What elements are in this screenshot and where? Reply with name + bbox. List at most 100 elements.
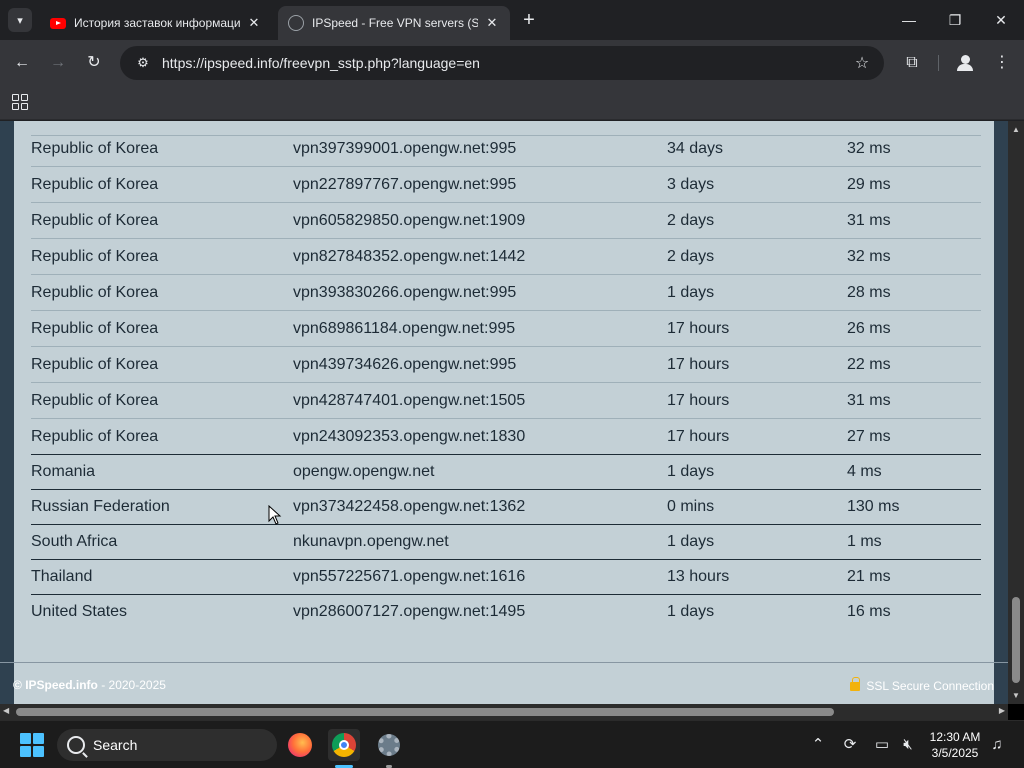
ssl-badge: SSL Secure Connection bbox=[850, 676, 994, 693]
extensions-icon[interactable]: ⧉ bbox=[900, 51, 924, 75]
bookmark-star-icon[interactable]: ☆ bbox=[848, 53, 876, 73]
uptime-cell: 13 hours bbox=[667, 568, 730, 585]
apps-grid-icon[interactable] bbox=[12, 94, 28, 110]
uptime-cell: 1 days bbox=[667, 533, 715, 550]
vpn-server-table: Republic of Korea vpn397399001.opengw.net… bbox=[14, 121, 994, 704]
reload-button[interactable]: ↻ bbox=[82, 51, 106, 75]
uptime-cell: 3 days bbox=[667, 176, 715, 193]
country-cell: Romania bbox=[31, 463, 96, 480]
table-row: United States vpn286007127.opengw.net:149… bbox=[31, 594, 981, 630]
notification-bell-icon[interactable]: ♫︎ bbox=[987, 735, 1007, 755]
browser-menu-icon[interactable]: ⋮ bbox=[990, 51, 1014, 75]
uptime-cell: 17 hours bbox=[667, 392, 730, 409]
tab-title: IPSpeed - Free VPN servers (SS bbox=[312, 16, 478, 30]
tab-close-icon[interactable]: ✕ bbox=[246, 15, 262, 31]
address-bar[interactable]: ⚙ https://ipspeed.info/freevpn_sstp.php?… bbox=[120, 46, 884, 80]
uptime-cell: 2 days bbox=[667, 212, 715, 229]
host-cell: vpn393830266.opengw.net:995 bbox=[293, 284, 517, 301]
horizontal-scrollbar[interactable]: ◀ ▶ bbox=[0, 704, 1008, 720]
chrome-taskbar-button[interactable] bbox=[328, 729, 360, 761]
profile-avatar[interactable] bbox=[953, 51, 977, 75]
maximize-button[interactable]: ❐ bbox=[940, 6, 970, 34]
host-cell: vpn557225671.opengw.net:1616 bbox=[293, 568, 526, 585]
host-cell: vpn227897767.opengw.net:995 bbox=[293, 176, 517, 193]
start-button[interactable] bbox=[20, 733, 44, 757]
host-cell: vpn286007127.opengw.net:1495 bbox=[293, 603, 526, 620]
table-row: Romania opengw.opengw.net 1 days 4 ms bbox=[31, 454, 981, 490]
tab-title: История заставок информаци bbox=[74, 16, 240, 30]
country-cell: South Africa bbox=[31, 533, 118, 550]
country-cell: Republic of Korea bbox=[31, 248, 159, 265]
scroll-right-arrow-icon[interactable]: ▶ bbox=[999, 706, 1005, 715]
page-viewport: Republic of Korea vpn397399001.opengw.net… bbox=[0, 121, 1008, 704]
settings-taskbar-button[interactable] bbox=[373, 729, 405, 761]
table-row: Republic of Korea vpn397399001.opengw.net… bbox=[31, 131, 981, 167]
country-cell: Republic of Korea bbox=[31, 428, 159, 445]
host-cell: vpn827848352.opengw.net:1442 bbox=[293, 248, 526, 265]
table-row: Republic of Korea vpn428747401.opengw.net… bbox=[31, 383, 981, 419]
taskbar-search[interactable]: Search bbox=[57, 729, 277, 761]
scroll-left-arrow-icon[interactable]: ◀ bbox=[3, 706, 9, 715]
network-icon[interactable]: ▭ bbox=[872, 735, 892, 755]
tab-history-screensavers[interactable]: История заставок информаци ✕ bbox=[40, 6, 272, 40]
scroll-up-arrow-icon[interactable]: ▲ bbox=[1012, 125, 1020, 134]
close-window-button[interactable]: ✕ bbox=[986, 6, 1016, 34]
ping-cell: 26 ms bbox=[847, 320, 891, 337]
host-cell: nkunavpn.opengw.net bbox=[293, 533, 449, 550]
uptime-cell: 2 days bbox=[667, 248, 715, 265]
globe-icon bbox=[288, 15, 304, 31]
footer-years: - 2020-2025 bbox=[97, 678, 166, 692]
gear-icon bbox=[378, 734, 400, 756]
host-cell: opengw.opengw.net bbox=[293, 463, 435, 480]
minimize-button[interactable]: — bbox=[894, 6, 924, 34]
tab-ipspeed[interactable]: IPSpeed - Free VPN servers (SS ✕ bbox=[278, 6, 510, 40]
footer-divider bbox=[0, 662, 1008, 663]
uptime-cell: 1 days bbox=[667, 603, 715, 620]
ping-cell: 4 ms bbox=[847, 463, 882, 480]
table-row: Russian Federation vpn373422458.opengw.ne… bbox=[31, 489, 981, 525]
back-button[interactable]: ← bbox=[10, 51, 34, 75]
vertical-scrollbar[interactable]: ▲ ▼ bbox=[1008, 121, 1024, 704]
ping-cell: 130 ms bbox=[847, 498, 900, 515]
chevron-up-icon[interactable]: ⌃ bbox=[808, 735, 828, 755]
uptime-cell: 0 mins bbox=[667, 498, 715, 515]
lock-icon bbox=[850, 676, 861, 691]
sync-icon[interactable]: ⟳ bbox=[840, 735, 860, 755]
scroll-down-arrow-icon[interactable]: ▼ bbox=[1012, 691, 1020, 700]
country-cell: Republic of Korea bbox=[31, 392, 159, 409]
table-row: Republic of Korea vpn393830266.opengw.net… bbox=[31, 275, 981, 311]
uptime-cell: 34 days bbox=[667, 140, 724, 157]
host-cell: vpn397399001.opengw.net:995 bbox=[293, 140, 517, 157]
tab-search-button[interactable]: ▾ bbox=[8, 8, 32, 32]
uptime-cell: 17 hours bbox=[667, 428, 730, 445]
country-cell: Republic of Korea bbox=[31, 320, 159, 337]
ping-cell: 31 ms bbox=[847, 392, 891, 409]
vertical-scroll-thumb[interactable] bbox=[1012, 597, 1020, 683]
ping-cell: 21 ms bbox=[847, 568, 891, 585]
ping-cell: 29 ms bbox=[847, 176, 891, 193]
bookmarks-bar bbox=[0, 86, 1024, 120]
clock-time: 12:30 AM bbox=[929, 730, 981, 744]
url-text[interactable]: https://ipspeed.info/freevpn_sstp.php?la… bbox=[162, 55, 848, 71]
ping-cell: 22 ms bbox=[847, 356, 891, 373]
firefox-taskbar-button[interactable] bbox=[284, 729, 316, 761]
clock[interactable]: 12:30 AM 3/5/2025 bbox=[920, 729, 990, 761]
host-cell: vpn689861184.opengw.net:995 bbox=[293, 320, 516, 337]
forward-button[interactable]: → bbox=[46, 51, 70, 75]
ping-cell: 16 ms bbox=[847, 603, 891, 620]
ping-cell: 31 ms bbox=[847, 212, 891, 229]
site-info-icon[interactable]: ⚙ bbox=[128, 55, 158, 71]
host-cell: vpn605829850.opengw.net:1909 bbox=[293, 212, 526, 229]
search-label: Search bbox=[93, 737, 138, 753]
volume-muted-icon[interactable]: 🔇︎ bbox=[898, 735, 918, 755]
horizontal-scroll-thumb[interactable] bbox=[16, 708, 834, 716]
toolbar-divider bbox=[938, 55, 939, 71]
uptime-cell: 1 days bbox=[667, 463, 715, 480]
tab-close-icon[interactable]: ✕ bbox=[484, 15, 500, 31]
table-row: Republic of Korea vpn605829850.opengw.net… bbox=[31, 203, 981, 239]
ssl-label: SSL Secure Connection bbox=[866, 679, 994, 693]
country-cell: Republic of Korea bbox=[31, 356, 159, 373]
new-tab-button[interactable]: + bbox=[518, 10, 540, 32]
ping-cell: 32 ms bbox=[847, 140, 891, 157]
copyright-symbol: © bbox=[13, 678, 22, 692]
